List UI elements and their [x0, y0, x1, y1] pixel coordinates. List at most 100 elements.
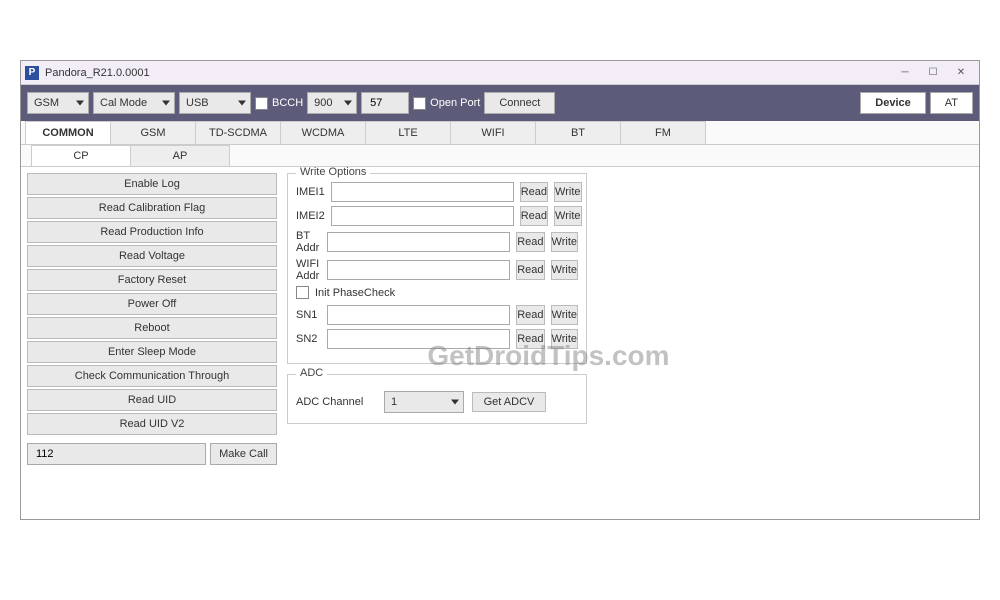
write-options-title: Write Options	[296, 167, 370, 178]
mode-select[interactable]: GSM	[27, 92, 89, 114]
sn2-input[interactable]	[327, 329, 510, 349]
read-calibration-flag-button[interactable]: Read Calibration Flag	[27, 197, 277, 219]
bcch-checkbox[interactable]	[255, 97, 268, 110]
imei1-input[interactable]	[331, 182, 514, 202]
imei1-label: IMEI1	[296, 186, 325, 198]
tab-bt[interactable]: BT	[535, 121, 621, 144]
bcch-label: BCCH	[272, 97, 303, 109]
tab-fm[interactable]: FM	[620, 121, 706, 144]
read-uid-v2-button[interactable]: Read UID V2	[27, 413, 277, 435]
imei2-input[interactable]	[331, 206, 514, 226]
sn1-row: SN1 Read Write	[296, 305, 578, 325]
check-comm-through-button[interactable]: Check Communication Through	[27, 365, 277, 387]
main-toolbar: GSM Cal Mode USB BCCH 900	[21, 85, 979, 121]
content-area: Enable Log Read Calibration Flag Read Pr…	[21, 167, 979, 519]
read-voltage-button[interactable]: Read Voltage	[27, 245, 277, 267]
mode-select-value: GSM	[34, 97, 59, 109]
titlebar: P Pandora_R21.0.0001 ─ ☐ ✕	[21, 61, 979, 85]
connection-value: USB	[186, 97, 209, 109]
open-port-wrap: Open Port	[413, 97, 480, 110]
chevron-down-icon	[451, 400, 459, 405]
adc-channel-label: ADC Channel	[296, 396, 376, 408]
wifiaddr-label: WIFI Addr	[296, 258, 321, 282]
tab-wcdma[interactable]: WCDMA	[280, 121, 366, 144]
chevron-down-icon	[76, 101, 84, 106]
sub-tabs: CP AP	[21, 145, 979, 167]
open-port-label: Open Port	[430, 97, 480, 109]
btaddr-read-button[interactable]: Read	[516, 232, 544, 252]
wifiaddr-input[interactable]	[327, 260, 510, 280]
call-number-input[interactable]	[27, 443, 206, 465]
write-options-group: Write Options IMEI1 Read Write IMEI2 Rea…	[287, 173, 587, 364]
tab-common[interactable]: COMMON	[25, 121, 111, 144]
close-button[interactable]: ✕	[947, 64, 975, 82]
init-phasecheck-checkbox[interactable]	[296, 286, 309, 299]
subtab-ap[interactable]: AP	[130, 145, 230, 166]
factory-reset-button[interactable]: Factory Reset	[27, 269, 277, 291]
right-column: Write Options IMEI1 Read Write IMEI2 Rea…	[287, 173, 587, 513]
sn1-read-button[interactable]: Read	[516, 305, 544, 325]
wifiaddr-row: WIFI Addr Read Write	[296, 258, 578, 282]
tab-gsm[interactable]: GSM	[110, 121, 196, 144]
adc-channel-value: 1	[391, 396, 397, 408]
open-port-checkbox[interactable]	[413, 97, 426, 110]
sn1-write-button[interactable]: Write	[551, 305, 578, 325]
btaddr-input[interactable]	[327, 232, 510, 252]
imei2-read-button[interactable]: Read	[520, 206, 548, 226]
subtab-cp[interactable]: CP	[31, 145, 131, 166]
app-icon: P	[25, 66, 39, 80]
sn2-read-button[interactable]: Read	[516, 329, 544, 349]
bcch-value-input[interactable]	[361, 92, 409, 114]
minimize-button[interactable]: ─	[891, 64, 919, 82]
adc-group: ADC ADC Channel 1 Get ADCV	[287, 374, 587, 424]
btaddr-row: BT Addr Read Write	[296, 230, 578, 254]
at-mode-button[interactable]: AT	[930, 92, 973, 114]
read-production-info-button[interactable]: Read Production Info	[27, 221, 277, 243]
cal-mode-select[interactable]: Cal Mode	[93, 92, 175, 114]
init-phasecheck-row: Init PhaseCheck	[296, 286, 578, 299]
btaddr-write-button[interactable]: Write	[551, 232, 578, 252]
bcch-checkbox-wrap: BCCH	[255, 97, 303, 110]
connect-button[interactable]: Connect	[484, 92, 555, 114]
device-mode-button[interactable]: Device	[860, 92, 925, 114]
cal-mode-value: Cal Mode	[100, 97, 147, 109]
enable-log-button[interactable]: Enable Log	[27, 173, 277, 195]
call-number-field[interactable]	[34, 444, 199, 464]
chevron-down-icon	[238, 101, 246, 106]
get-adcv-button[interactable]: Get ADCV	[472, 392, 546, 412]
enter-sleep-mode-button[interactable]: Enter Sleep Mode	[27, 341, 277, 363]
tab-lte[interactable]: LTE	[365, 121, 451, 144]
imei1-write-button[interactable]: Write	[554, 182, 581, 202]
app-window: P Pandora_R21.0.0001 ─ ☐ ✕ GSM Cal Mode …	[20, 60, 980, 520]
bcch-value-field[interactable]	[368, 93, 402, 113]
sn1-input[interactable]	[327, 305, 510, 325]
read-uid-button[interactable]: Read UID	[27, 389, 277, 411]
sn2-write-button[interactable]: Write	[551, 329, 578, 349]
tab-wifi[interactable]: WIFI	[450, 121, 536, 144]
sn2-label: SN2	[296, 333, 321, 345]
left-actions-column: Enable Log Read Calibration Flag Read Pr…	[27, 173, 277, 513]
maximize-button[interactable]: ☐	[919, 64, 947, 82]
imei1-read-button[interactable]: Read	[520, 182, 548, 202]
adc-row: ADC Channel 1 Get ADCV	[296, 391, 578, 413]
reboot-button[interactable]: Reboot	[27, 317, 277, 339]
power-off-button[interactable]: Power Off	[27, 293, 277, 315]
adc-channel-select[interactable]: 1	[384, 391, 464, 413]
chevron-down-icon	[344, 101, 352, 106]
imei2-row: IMEI2 Read Write	[296, 206, 578, 226]
init-phasecheck-label: Init PhaseCheck	[315, 287, 395, 299]
connection-select[interactable]: USB	[179, 92, 251, 114]
tab-tdscdma[interactable]: TD-SCDMA	[195, 121, 281, 144]
imei2-write-button[interactable]: Write	[554, 206, 581, 226]
main-tabs: COMMON GSM TD-SCDMA WCDMA LTE WIFI BT FM	[21, 121, 979, 145]
bcch-channel-select[interactable]: 900	[307, 92, 357, 114]
wifiaddr-write-button[interactable]: Write	[551, 260, 578, 280]
sn2-row: SN2 Read Write	[296, 329, 578, 349]
make-call-button[interactable]: Make Call	[210, 443, 277, 465]
btaddr-label: BT Addr	[296, 230, 321, 254]
imei1-row: IMEI1 Read Write	[296, 182, 578, 202]
adc-title: ADC	[296, 367, 327, 379]
make-call-row: Make Call	[27, 443, 277, 465]
wifiaddr-read-button[interactable]: Read	[516, 260, 544, 280]
imei2-label: IMEI2	[296, 210, 325, 222]
